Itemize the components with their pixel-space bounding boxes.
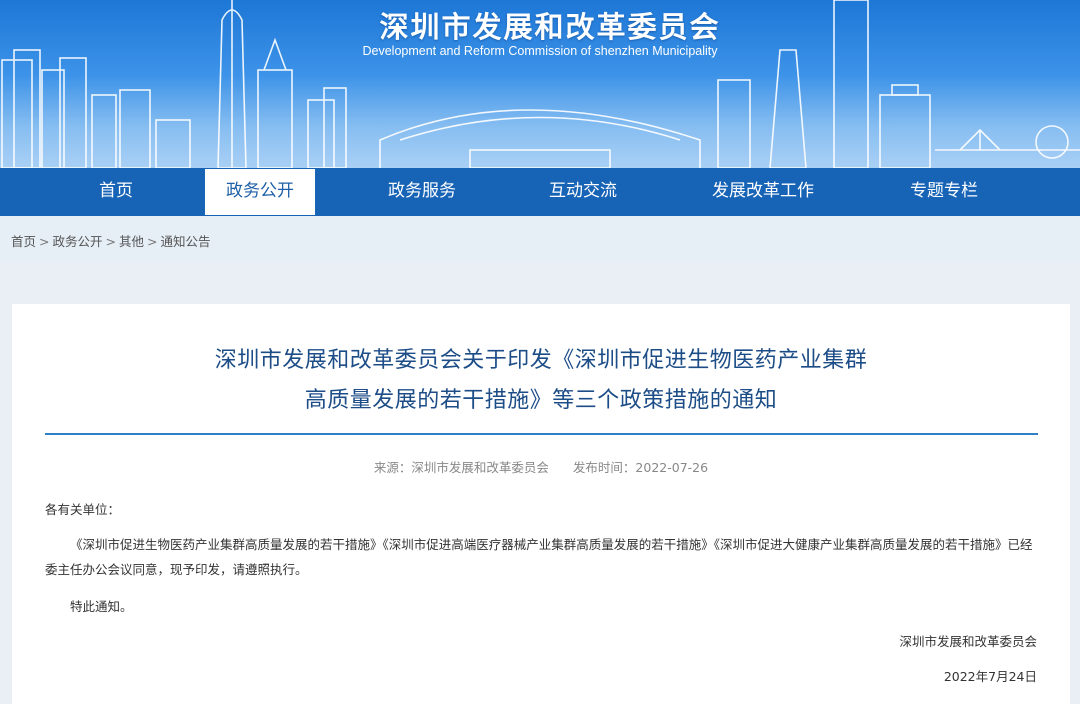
article-publish-time: 发布时间：2022-07-26: [572, 460, 709, 475]
nav-item-interaction[interactable]: 互动交流: [515, 168, 651, 216]
nav-item-government-services[interactable]: 政务服务: [354, 168, 490, 216]
breadcrumb: 首页 > 政务公开 > 其他 > 通知公告: [11, 231, 211, 250]
article-source: 来源：深圳市发展和改革委员会: [373, 460, 549, 475]
breadcrumb-other[interactable]: 其他: [119, 234, 144, 249]
nav-item-development-reform-work[interactable]: 发展改革工作: [692, 168, 834, 216]
breadcrumb-notices[interactable]: 通知公告: [161, 234, 211, 249]
article-title-line2: 高质量发展的若干措施》等三个政策措施的通知: [304, 388, 778, 413]
header-banner: 深圳市发展和改革委员会 Development and Reform Commi…: [0, 0, 1080, 168]
breadcrumb-government-affairs-public[interactable]: 政务公开: [53, 234, 103, 249]
nav-item-special-topics[interactable]: 专题专栏: [876, 168, 1012, 216]
article-paragraph: 《深圳市促进生物医药产业集群高质量发展的若干措施》《深圳市促进高端医疗器械产业集…: [45, 537, 1033, 577]
article-title-line1: 深圳市发展和改革委员会关于印发《深圳市促进生物医药产业集群: [214, 348, 868, 373]
nav-item-government-affairs-public[interactable]: 政务公开: [205, 169, 315, 215]
article-date: 2022年7月24日: [943, 669, 1037, 684]
article-notice: 特此通知。: [70, 599, 133, 614]
breadcrumb-bar: 首页 > 政务公开 > 其他 > 通知公告: [0, 216, 1080, 262]
breadcrumb-separator: >: [105, 234, 116, 249]
breadcrumb-separator: >: [39, 234, 50, 249]
article-meta: 来源：深圳市发展和改革委员会 发布时间：2022-07-26: [12, 457, 1070, 476]
site-subtitle: Development and Reform Commission of she…: [362, 44, 718, 58]
site-title: 深圳市发展和改革委员会: [379, 10, 721, 44]
article-salutation: 各有关单位：: [45, 502, 121, 517]
article-panel: 深圳市发展和改革委员会关于印发《深圳市促进生物医药产业集群 高质量发展的若干措施…: [12, 304, 1070, 704]
article-signature: 深圳市发展和改革委员会: [899, 634, 1037, 649]
main-nav: 首页 政务公开 政务服务 互动交流 发展改革工作 专题专栏: [0, 168, 1080, 216]
breadcrumb-separator: >: [147, 234, 158, 249]
nav-item-home[interactable]: 首页: [28, 168, 204, 216]
title-divider: [45, 433, 1038, 435]
breadcrumb-home[interactable]: 首页: [11, 234, 36, 249]
